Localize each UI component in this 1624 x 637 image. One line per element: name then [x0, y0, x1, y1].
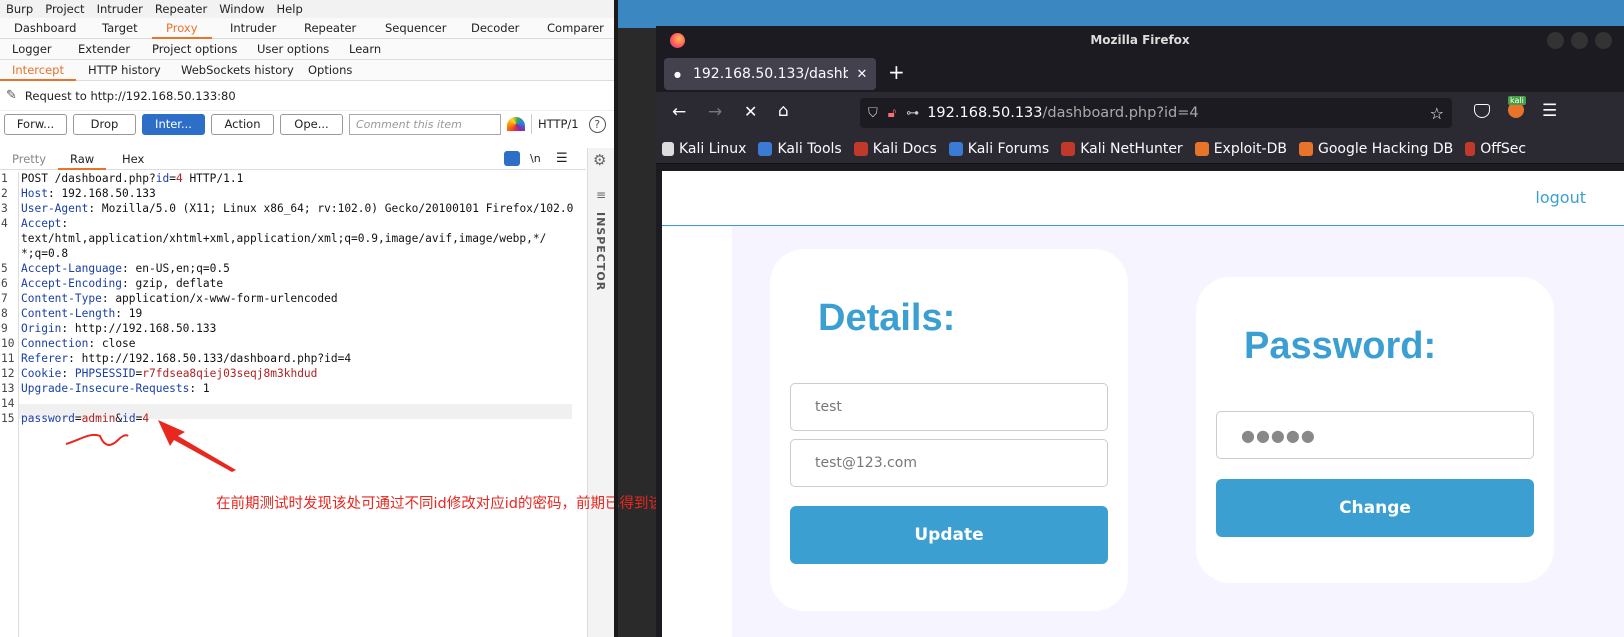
close-window-button[interactable] [1595, 32, 1612, 49]
url-bar[interactable]: ⛉ 🔓︎ ⊶ 192.168.50.133 /dashboard.php?id=… [860, 98, 1452, 128]
maximize-button[interactable] [1571, 32, 1588, 49]
pocket-icon[interactable] [1474, 104, 1490, 118]
bookmark-label: Google Hacking DB [1317, 140, 1454, 157]
exploit-db-icon [1194, 141, 1209, 156]
url-path: /dashboard.php?id=4 [1042, 105, 1199, 121]
window-title: Mozilla Firefox [1090, 33, 1190, 47]
kali-docs-icon [853, 141, 868, 156]
bookmarks-toolbar: Kali Linux Kali Tools Kali Docs Kali For… [656, 134, 1624, 164]
tab-loading-dot-icon: ● [674, 69, 681, 79]
bookmark-star-icon[interactable]: ☆ [1430, 104, 1444, 123]
forward-icon[interactable]: → [708, 102, 722, 122]
bookmark-label: Kali NetHunter [1080, 140, 1183, 157]
offsec-icon [1465, 141, 1476, 156]
bookmark-exploit-db[interactable]: Exploit-DB [1194, 140, 1287, 157]
back-icon[interactable]: ← [672, 102, 686, 122]
permissions-key-icon[interactable]: ⊶ [906, 106, 919, 121]
web-page: logout Details: test test@123.com Update… [662, 171, 1624, 637]
new-tab-icon[interactable]: + [888, 60, 905, 84]
bookmark-label: Kali Tools [777, 140, 842, 157]
password-card: Password: ●●●●● Change [1196, 277, 1554, 583]
bookmark-kali-nethunter[interactable]: Kali NetHunter [1061, 140, 1183, 157]
bookmark-label: Kali Docs [872, 140, 937, 157]
bookmark-google-hacking-db[interactable]: Google Hacking DB [1298, 140, 1454, 157]
update-button[interactable]: Update [790, 506, 1108, 564]
desktop-background [614, 0, 1624, 28]
password-title: Password: [1244, 325, 1437, 367]
bookmark-label: Kali Forums [967, 140, 1050, 157]
shield-icon[interactable]: ⛉ [868, 106, 878, 121]
logout-link[interactable]: logout [1535, 188, 1586, 207]
ghdb-icon [1298, 141, 1313, 156]
url-host: 192.168.50.133 [927, 105, 1043, 121]
app-menu-icon[interactable]: ☰ [1542, 101, 1557, 121]
navigation-toolbar: ← → ✕ ⌂ ⛉ 🔓︎ ⊶ 192.168.50.133 /dashboard… [656, 92, 1624, 134]
kali-tools-icon [758, 141, 773, 156]
email-field[interactable]: test@123.com [790, 439, 1108, 487]
page-header: logout [662, 171, 1624, 226]
page-left-strip [662, 227, 732, 637]
bookmark-offsec[interactable]: OffSec [1465, 141, 1526, 157]
nethunter-icon [1061, 141, 1076, 156]
bookmark-kali-forums[interactable]: Kali Forums [948, 140, 1050, 157]
underline-scribble [65, 434, 129, 446]
name-field[interactable]: test [790, 383, 1108, 431]
details-card: Details: test test@123.com Update [770, 249, 1128, 611]
insecure-lock-icon[interactable]: 🔓︎ [888, 106, 896, 121]
firefox-logo-icon [670, 33, 685, 48]
kali-dragon-icon [662, 141, 674, 156]
bookmark-kali-tools[interactable]: Kali Tools [758, 140, 842, 157]
bookmark-label: Kali Linux [679, 140, 747, 157]
change-button[interactable]: Change [1216, 479, 1534, 537]
stop-icon[interactable]: ✕ [744, 102, 757, 121]
close-tab-icon[interactable]: ✕ [848, 58, 876, 90]
firefox-titlebar: Mozilla Firefox [656, 26, 1624, 54]
bookmark-kali-linux[interactable]: Kali Linux [662, 141, 746, 157]
minimize-button[interactable] [1547, 32, 1564, 49]
details-title: Details: [818, 297, 956, 339]
bookmark-label: OffSec [1480, 140, 1527, 157]
home-icon[interactable]: ⌂ [778, 101, 789, 121]
browser-tab[interactable]: ● 192.168.50.133/dashboard ✕ [664, 58, 876, 90]
annotation-arrow [158, 420, 236, 472]
window-divider [614, 0, 618, 637]
extension-badge: kali [1508, 96, 1526, 105]
bookmark-kali-docs[interactable]: Kali Docs [853, 140, 937, 157]
tab-strip: ● 192.168.50.133/dashboard ✕ + [656, 54, 1624, 92]
kali-forums-icon [948, 141, 963, 156]
bookmark-label: Exploit-DB [1213, 140, 1287, 157]
password-field[interactable]: ●●●●● [1216, 411, 1534, 459]
